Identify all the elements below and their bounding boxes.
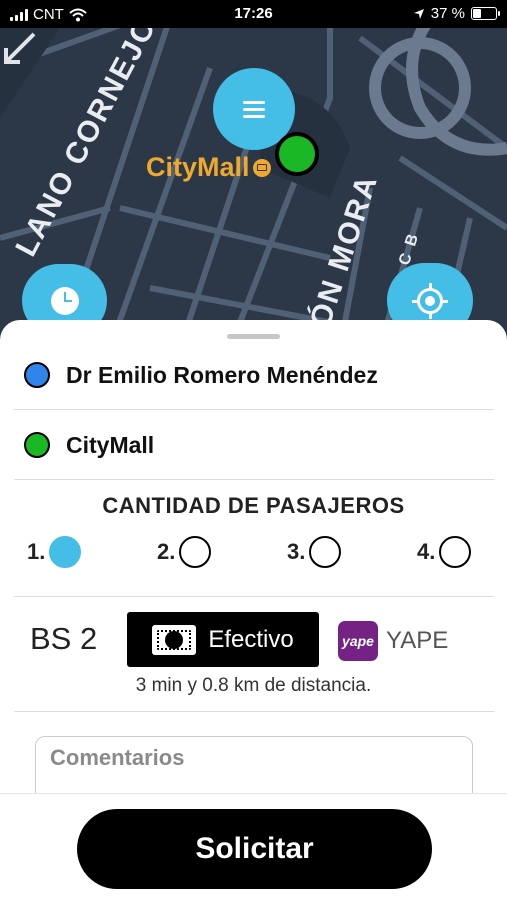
- radio-selected[interactable]: [49, 536, 82, 568]
- sheet-drag-handle[interactable]: [227, 334, 280, 339]
- radio[interactable]: [309, 536, 342, 568]
- origin-row[interactable]: Dr Emilio Romero Menéndez: [24, 360, 494, 390]
- poi-label: CityMall: [146, 152, 250, 182]
- radio[interactable]: [439, 536, 472, 568]
- passenger-option-4[interactable]: 4.: [417, 536, 472, 568]
- footer: Solicitar: [0, 793, 507, 900]
- destination-marker: [275, 132, 319, 176]
- pay-cash-button[interactable]: Efectivo: [127, 612, 319, 667]
- passenger-option-label: 3.: [287, 539, 306, 564]
- battery-icon: [471, 7, 500, 20]
- origin-dot-icon: [24, 362, 50, 388]
- battery-percent: 37 %: [430, 5, 465, 22]
- yape-label: YAPE: [386, 627, 449, 654]
- status-bar: CNT 17:26 37 %: [0, 0, 507, 28]
- passenger-option-3[interactable]: 3.: [287, 536, 342, 568]
- trip-sheet: Dr Emilio Romero Menéndez CityMall CANTI…: [0, 320, 507, 900]
- trip-distance: 3 min y 0.8 km de distancia.: [135, 675, 372, 696]
- map-view[interactable]: LANO CORNEJO ÓN MORA C B CityMall: [0, 28, 507, 348]
- destination-row[interactable]: CityMall: [24, 430, 494, 460]
- divider: [14, 479, 494, 480]
- clock-icon: [50, 286, 79, 315]
- status-right: 37 %: [413, 5, 500, 22]
- radio[interactable]: [179, 536, 212, 568]
- origin-address: Dr Emilio Romero Menéndez: [66, 361, 378, 388]
- destination-dot-icon: [24, 432, 50, 458]
- yape-logo-icon: yape: [338, 621, 378, 661]
- fare-price: BS 2: [30, 621, 98, 656]
- destination-address: CityMall: [66, 431, 155, 458]
- cash-label: Efectivo: [208, 625, 294, 653]
- pay-yape-button[interactable]: yape YAPE: [338, 621, 448, 661]
- passenger-option-label: 2.: [157, 539, 176, 564]
- passenger-option-2[interactable]: 2.: [157, 536, 212, 568]
- passenger-option-1[interactable]: 1.: [27, 536, 82, 568]
- direction-arrow-icon: [4, 32, 36, 64]
- passenger-option-label: 4.: [417, 539, 436, 564]
- passengers-title: CANTIDAD DE PASAJEROS: [102, 493, 405, 518]
- cash-icon: [152, 624, 197, 655]
- target-location-icon: [412, 282, 448, 319]
- request-button[interactable]: Solicitar: [77, 809, 432, 889]
- divider: [14, 711, 494, 712]
- divider: [14, 596, 494, 597]
- passenger-option-label: 1.: [27, 539, 46, 564]
- poi-citymall[interactable]: CityMall: [146, 152, 271, 183]
- menu-icon: [243, 97, 265, 122]
- location-arrow-icon: [413, 8, 424, 19]
- shopping-bag-icon: [252, 158, 271, 177]
- divider: [14, 409, 494, 410]
